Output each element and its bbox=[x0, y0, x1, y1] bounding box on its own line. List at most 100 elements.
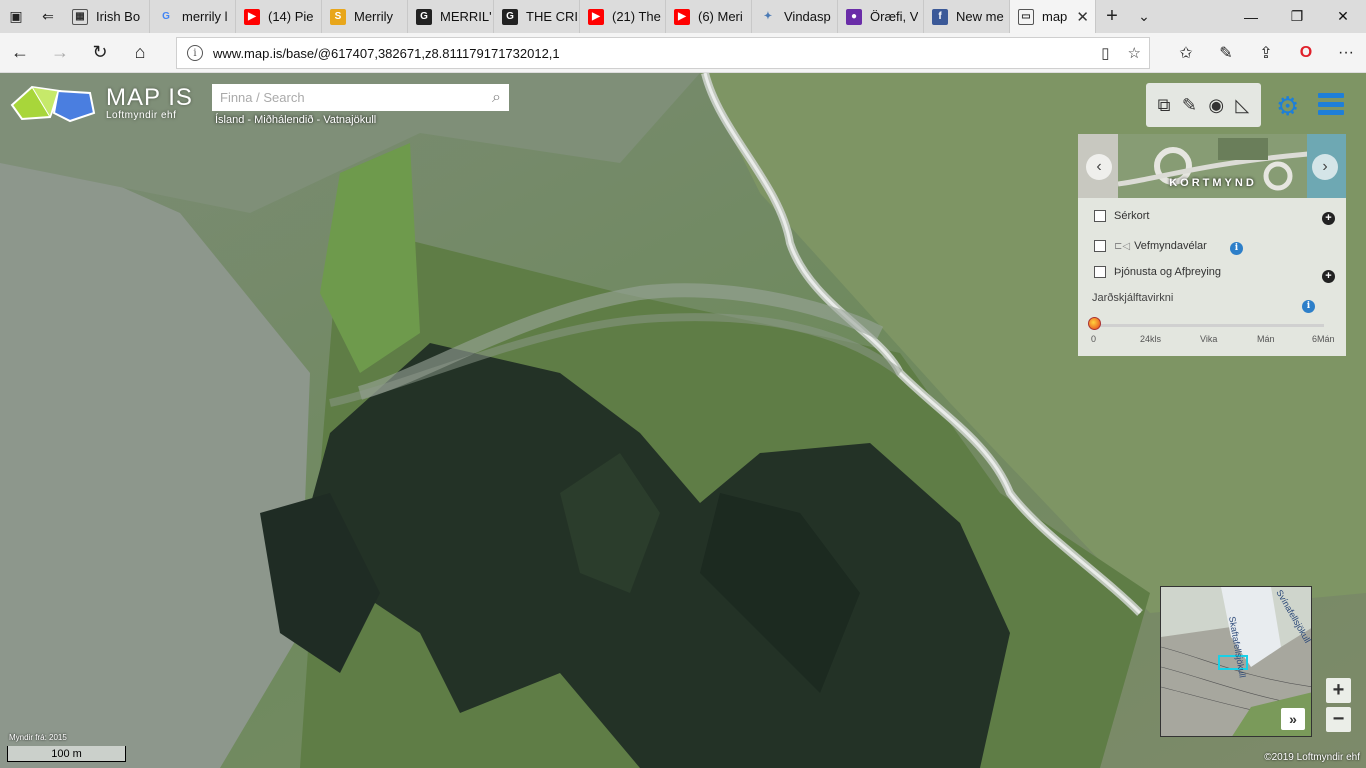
layer-row-vefmyndavelar[interactable]: ⊏◁ Vefmyndavélar bbox=[1094, 240, 1207, 252]
thjonusta-checkbox[interactable] bbox=[1094, 266, 1106, 278]
translate-icon[interactable]: ⧉ bbox=[1158, 95, 1171, 116]
layer-label: Vefmyndavélar bbox=[1134, 240, 1207, 252]
tab-title: MERRIL' bbox=[440, 9, 492, 24]
refresh-button[interactable]: ↻ bbox=[80, 33, 120, 73]
google-icon: G bbox=[162, 11, 170, 22]
serkort-checkbox[interactable] bbox=[1094, 210, 1106, 222]
scale-bar: 100 m bbox=[7, 746, 126, 762]
opera-icon[interactable]: O bbox=[1286, 33, 1326, 73]
favorite-star-icon[interactable]: ☆ bbox=[1128, 44, 1141, 62]
tab-list-chevron-icon[interactable]: ⌄ bbox=[1128, 0, 1160, 33]
tab-title: (21) The bbox=[612, 9, 661, 24]
favorites-icon[interactable]: ✩ bbox=[1166, 33, 1206, 73]
tab-3[interactable]: S Merrily bbox=[322, 0, 408, 33]
serkort-expand-plus-icon[interactable]: + bbox=[1322, 212, 1335, 225]
tab-0[interactable]: ▦ Irish Bo bbox=[64, 0, 150, 33]
zoom-out-button[interactable]: − bbox=[1326, 707, 1351, 732]
search-input[interactable] bbox=[220, 90, 493, 105]
basemap-carousel: KORTMYND ‹ › bbox=[1078, 134, 1346, 198]
tab-actions-icon[interactable]: ▣ bbox=[0, 0, 32, 33]
webcam-icon: ⊏◁ bbox=[1114, 240, 1131, 252]
globe-icon[interactable]: ◉ bbox=[1208, 95, 1224, 116]
measure-icon[interactable]: ◺ bbox=[1235, 95, 1249, 116]
search-box: ⌕ bbox=[212, 84, 509, 111]
youtube-icon: ▶ bbox=[588, 8, 604, 25]
page-icon: ▭ bbox=[1018, 8, 1034, 25]
tab-11[interactable]: ▭ map ✕ bbox=[1010, 0, 1096, 33]
tab-10[interactable]: f New me bbox=[924, 0, 1010, 33]
tab-6[interactable]: ▶ (21) The bbox=[580, 0, 666, 33]
vefmyndavelar-checkbox[interactable] bbox=[1094, 240, 1106, 252]
restore-button[interactable]: ❐ bbox=[1274, 0, 1320, 33]
gear-icon[interactable]: ⚙ bbox=[1276, 91, 1299, 122]
set-aside-tabs-icon[interactable]: ⇐ bbox=[32, 0, 64, 33]
tab-title: New me bbox=[956, 9, 1004, 24]
youtube-icon: ▶ bbox=[244, 8, 260, 25]
copyright-text: ©2019 Loftmyndir ehf bbox=[1264, 752, 1360, 763]
location-breadcrumb: Ísland - Miðhálendið - Vatnajökull bbox=[215, 114, 377, 126]
tab-title: merrily l bbox=[182, 9, 228, 24]
quake-tick: 24kls bbox=[1140, 334, 1162, 344]
carousel-caption: KORTMYND bbox=[1169, 177, 1257, 189]
map-canvas[interactable]: MAP IS Loftmyndir ehf ⌕ Ísland - Miðhále… bbox=[0, 73, 1366, 768]
zoom-in-button[interactable]: + bbox=[1326, 678, 1351, 703]
tab-title: Öræfi, V bbox=[870, 9, 919, 24]
quake-tick: 0 bbox=[1091, 334, 1097, 344]
brand-name: MAP IS bbox=[106, 83, 193, 111]
draw-pencil-icon[interactable]: ✎ bbox=[1182, 95, 1197, 116]
tab-9[interactable]: ● Öræfi, V bbox=[838, 0, 924, 33]
tab-8[interactable]: ✦ Vindasp bbox=[752, 0, 838, 33]
new-tab-icon[interactable]: + bbox=[1096, 0, 1128, 33]
tab-title: (6) Meri bbox=[698, 9, 743, 24]
quake-info-icon[interactable]: i bbox=[1302, 300, 1315, 313]
forward-button[interactable]: → bbox=[40, 33, 80, 73]
layer-label: Þjónusta og Afþreying bbox=[1114, 266, 1222, 278]
minimap-expand-button[interactable]: » bbox=[1281, 708, 1305, 730]
quake-tick: Mán bbox=[1257, 334, 1275, 344]
url-text[interactable]: www.map.is/base/@617407,382671,z8.811179… bbox=[213, 46, 560, 61]
navigation-bar: ← → ↻ ⌂ i www.map.is/base/@617407,382671… bbox=[0, 33, 1366, 73]
tab-5[interactable]: G THE CRI bbox=[494, 0, 580, 33]
mapis-logo[interactable]: MAP IS Loftmyndir ehf bbox=[10, 83, 193, 123]
tab-title: Irish Bo bbox=[96, 9, 141, 24]
share-icon[interactable]: ⇪ bbox=[1246, 33, 1286, 73]
tab-1[interactable]: Gmerrily l bbox=[150, 0, 236, 33]
quake-slider-track[interactable] bbox=[1094, 324, 1324, 327]
minimize-button[interactable]: — bbox=[1228, 0, 1274, 33]
quake-slider-knob[interactable] bbox=[1088, 317, 1101, 330]
youtube-icon: ▶ bbox=[674, 8, 690, 25]
thjonusta-expand-plus-icon[interactable]: + bbox=[1322, 270, 1335, 283]
layer-row-serkort[interactable]: Sérkort bbox=[1094, 210, 1149, 222]
close-tab-icon[interactable]: ✕ bbox=[1076, 8, 1089, 26]
doc-icon: ▦ bbox=[72, 8, 88, 25]
address-bar[interactable]: i www.map.is/base/@617407,382671,z8.8111… bbox=[176, 37, 1150, 69]
brand-subtitle: Loftmyndir ehf bbox=[106, 109, 177, 121]
layer-row-thjonusta[interactable]: Þjónusta og Afþreying bbox=[1094, 266, 1221, 278]
quake-title: Jarðskjálftavirkni bbox=[1092, 292, 1174, 304]
tab-title: (14) Pie bbox=[268, 9, 314, 24]
reading-view-icon[interactable]: ▯ bbox=[1101, 44, 1109, 62]
notes-pen-icon[interactable]: ✎ bbox=[1206, 33, 1246, 73]
close-window-button[interactable]: ✕ bbox=[1320, 0, 1366, 33]
facebook-icon: f bbox=[932, 8, 948, 25]
map-tools: ⧉ ✎ ◉ ◺ bbox=[1146, 83, 1261, 127]
tab-2[interactable]: ▶ (14) Pie bbox=[236, 0, 322, 33]
back-button[interactable]: ← bbox=[0, 33, 40, 73]
carousel-prev-chevron-icon[interactable]: ‹ bbox=[1086, 154, 1112, 180]
vefmyndavelar-info-icon[interactable]: i bbox=[1230, 242, 1243, 255]
logo-shapes-icon bbox=[10, 85, 96, 123]
tab-title: THE CRI bbox=[526, 9, 578, 24]
search-icon[interactable]: ⌕ bbox=[492, 89, 501, 107]
g-icon: G bbox=[502, 8, 518, 25]
tab-4[interactable]: G MERRIL' bbox=[408, 0, 494, 33]
overview-minimap[interactable]: Skaftafellsjökull Svínafellsjökull » bbox=[1160, 586, 1312, 737]
carousel-next-chevron-icon[interactable]: › bbox=[1312, 154, 1338, 180]
more-menu-icon[interactable]: ··· bbox=[1326, 33, 1366, 73]
tab-title: Merrily bbox=[354, 9, 393, 24]
hamburger-menu-icon[interactable] bbox=[1318, 93, 1344, 115]
tab-title: map bbox=[1042, 9, 1068, 24]
home-button[interactable]: ⌂ bbox=[120, 33, 160, 73]
tab-7[interactable]: ▶ (6) Meri bbox=[666, 0, 752, 33]
site-info-icon[interactable]: i bbox=[187, 45, 203, 61]
layer-label: Sérkort bbox=[1114, 210, 1150, 222]
